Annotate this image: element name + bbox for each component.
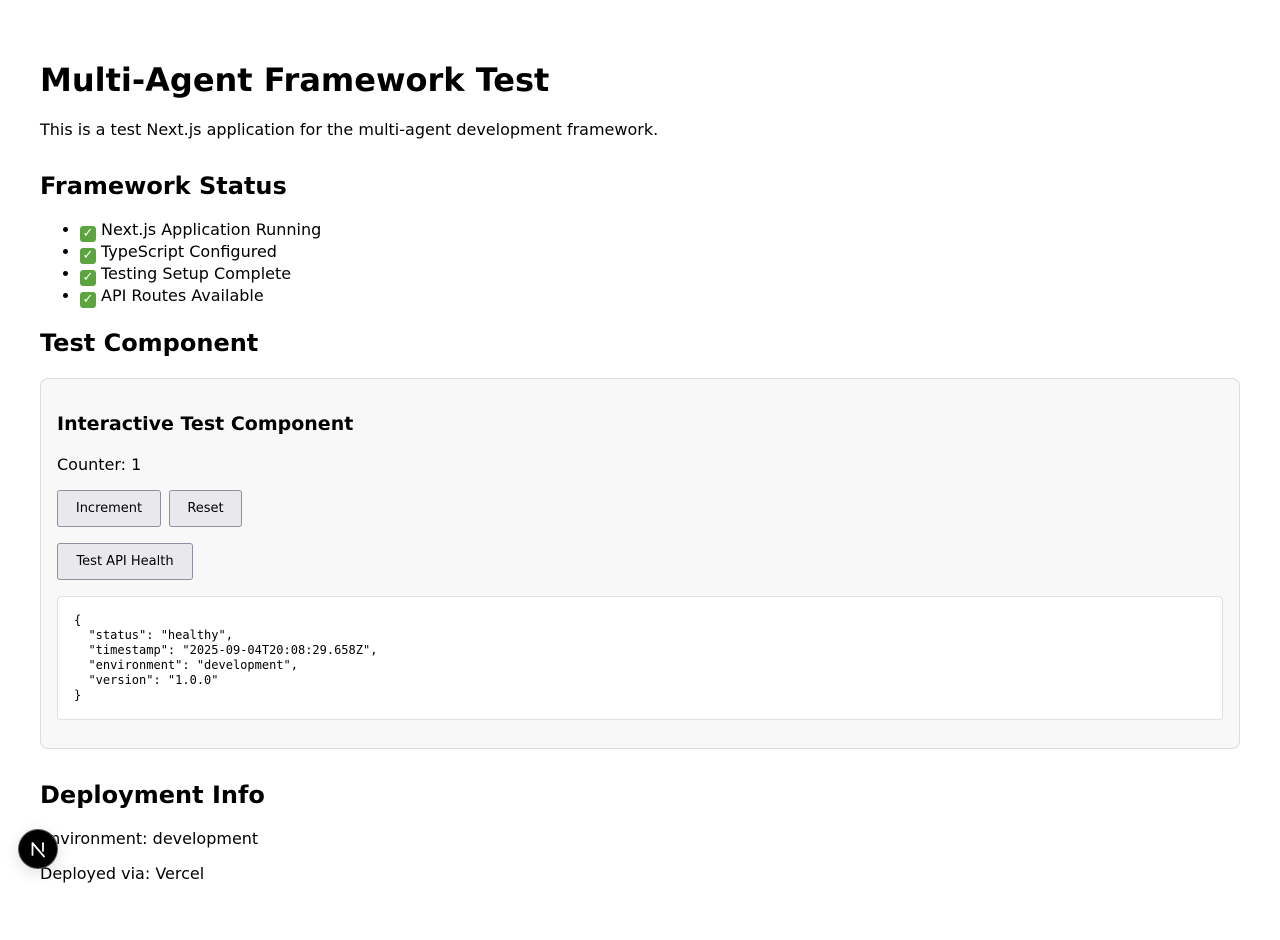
status-item-label: TypeScript Configured — [101, 242, 277, 261]
test-api-health-button[interactable]: Test API Health — [57, 543, 193, 580]
status-item: ✓ Testing Setup Complete — [80, 264, 321, 286]
status-item-label: API Routes Available — [101, 286, 264, 305]
api-health-response: { "status": "healthy", "timestamp": "202… — [57, 596, 1223, 720]
deployed-via-value: Vercel — [155, 864, 205, 883]
status-item: ✓ API Routes Available — [80, 286, 321, 308]
counter-display: Counter: 1 — [57, 455, 141, 475]
deployment-info-heading: Deployment Info — [40, 781, 265, 809]
framework-status-heading: Framework Status — [40, 172, 287, 200]
check-mark-icon: ✓ — [80, 292, 96, 308]
intro-text: This is a test Next.js application for t… — [40, 120, 659, 139]
environment-value: development — [152, 829, 259, 848]
reset-button[interactable]: Reset — [169, 490, 242, 527]
check-mark-icon: ✓ — [80, 248, 96, 264]
status-list: ✓ Next.js Application Running ✓ TypeScript… — [40, 220, 321, 308]
card-title: Interactive Test Component — [57, 413, 354, 435]
status-item-label: Next.js Application Running — [101, 220, 322, 239]
check-mark-icon: ✓ — [80, 226, 96, 242]
check-mark-icon: ✓ — [80, 270, 96, 286]
status-item: ✓ TypeScript Configured — [80, 242, 321, 264]
counter-label: Counter: — [57, 455, 127, 474]
test-component-card: Interactive Test Component Counter: 1 In… — [40, 378, 1240, 749]
nextjs-dev-indicator-button[interactable] — [19, 830, 57, 868]
page-title: Multi-Agent Framework Test — [40, 61, 550, 99]
nextjs-logo-icon — [31, 842, 45, 858]
increment-button[interactable]: Increment — [57, 490, 161, 527]
status-item: ✓ Next.js Application Running — [80, 220, 321, 242]
environment-info: Environment: development — [40, 829, 258, 849]
deployed-via-info: Deployed via: Vercel — [40, 864, 204, 884]
test-component-heading: Test Component — [40, 329, 259, 357]
status-item-label: Testing Setup Complete — [101, 264, 292, 283]
counter-value: 1 — [131, 455, 142, 474]
